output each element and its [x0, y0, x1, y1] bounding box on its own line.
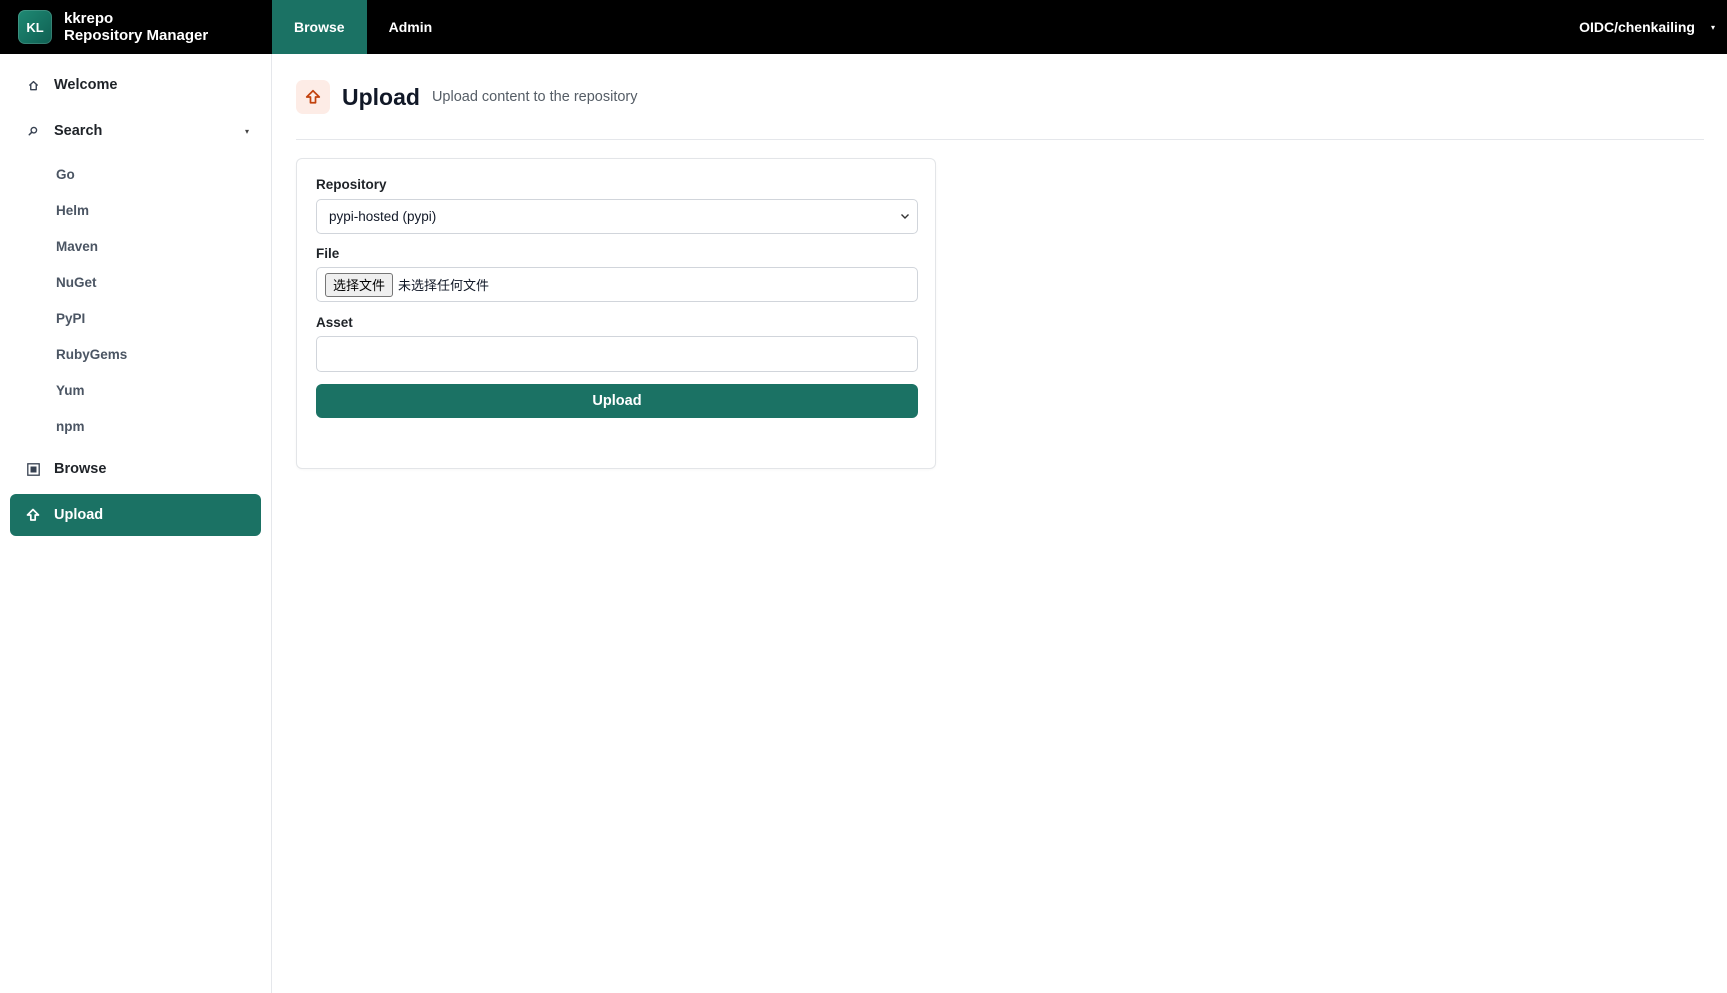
tab-admin[interactable]: Admin [367, 0, 455, 54]
sidebar-subitem-rubygems[interactable]: RubyGems [56, 342, 127, 366]
sidebar-item-welcome[interactable]: Welcome [10, 64, 261, 106]
upload-form: Repository pypi-hosted (pypi) File 选择文件 … [296, 158, 936, 469]
asset-input[interactable] [316, 336, 918, 372]
upload-button[interactable]: Upload [316, 384, 918, 418]
sidebar-item-label: Upload [54, 507, 104, 523]
repository-select[interactable]: pypi-hosted (pypi) [316, 199, 918, 234]
sidebar-subitem-yum[interactable]: Yum [56, 378, 85, 402]
sidebar-item-upload[interactable]: Upload [10, 494, 261, 536]
logo: KL [18, 10, 52, 44]
upload-arrow-icon [26, 508, 40, 522]
header-divider [296, 139, 1704, 140]
brand-name: kkrepo [64, 10, 114, 27]
sidebar-subitem-nuget[interactable]: NuGet [56, 270, 97, 294]
sidebar-subitem-maven[interactable]: Maven [56, 234, 98, 258]
page-title: Upload [342, 83, 420, 110]
tab-browse[interactable]: Browse [272, 0, 367, 54]
brand-text: kkrepo Repository Manager [64, 10, 208, 44]
repository-selected-value: pypi-hosted (pypi) [329, 209, 437, 224]
top-nav: Browse Admin [272, 0, 454, 54]
sidebar-subitem-helm[interactable]: Helm [56, 198, 89, 222]
file-input[interactable]: 选择文件 未选择任何文件 [316, 267, 918, 302]
upload-arrow-icon [296, 80, 330, 114]
file-label: File [316, 246, 340, 261]
page-header: Upload Upload content to the repository [296, 80, 638, 114]
page-subtitle: Upload content to the repository [431, 89, 638, 105]
choose-file-button[interactable]: 选择文件 [325, 272, 394, 297]
sidebar-subitem-npm[interactable]: npm [56, 414, 85, 438]
caret-down-icon: ▾ [1710, 22, 1715, 32]
sidebar-item-label: Search [54, 123, 103, 139]
brand-subtitle: Repository Manager [64, 27, 209, 44]
user-menu[interactable]: OIDC/chenkailing ▾ [1579, 0, 1727, 54]
asset-label: Asset [316, 315, 353, 330]
top-bar: KL kkrepo Repository Manager Browse Admi… [0, 0, 1727, 54]
caret-down-icon[interactable]: ▾ [245, 127, 249, 136]
square-icon [26, 462, 40, 476]
sidebar-item-label: Browse [54, 461, 107, 477]
sidebar-subitem-pypi[interactable]: PyPI [56, 306, 85, 330]
home-icon [26, 80, 40, 91]
sidebar-item-search[interactable]: Search ▾ [10, 110, 261, 152]
sidebar-item-browse[interactable]: Browse [10, 448, 261, 490]
brand[interactable]: KL kkrepo Repository Manager [0, 0, 272, 54]
repository-label: Repository [316, 177, 387, 192]
sidebar-subitem-go[interactable]: Go [56, 162, 75, 186]
user-name: OIDC/chenkailing [1579, 19, 1695, 35]
chevron-down-icon [899, 210, 911, 225]
search-icon [26, 126, 40, 136]
sidebar-item-label: Welcome [54, 77, 118, 93]
file-status: 未选择任何文件 [398, 278, 490, 293]
sidebar: Welcome Search ▾ Go Helm Maven NuGet PyP… [0, 54, 272, 993]
